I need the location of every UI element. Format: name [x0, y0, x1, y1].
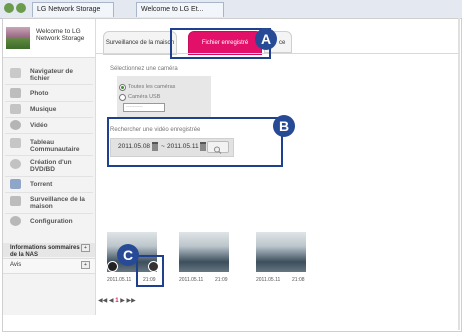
thumbnail-time: 21:09	[215, 277, 228, 283]
divider	[5, 192, 93, 193]
pagination: ◀◀ ◀ 1 ▶ ▶▶	[98, 297, 136, 304]
torrent-icon	[10, 179, 21, 189]
sidebar-item-label: Création d'un DVD/BD	[30, 159, 72, 173]
browser-tab-2[interactable]: Welcome to LG Et...	[136, 2, 224, 17]
tab-bar: Surveillance de la maison Fichier enregi…	[96, 25, 458, 55]
thumbnail-time: 21:08	[292, 277, 305, 283]
next-page-button[interactable]: ▶	[120, 298, 125, 304]
play-icon[interactable]	[107, 261, 118, 272]
video-icon	[10, 120, 21, 130]
annotation-marker-a: A	[255, 28, 277, 50]
radio-label: Caméra USB	[128, 94, 161, 100]
annotation-box-c	[136, 255, 164, 287]
annotation-marker-b: B	[273, 115, 295, 137]
nas-summary-title: Informations sommaires de la NAS	[10, 245, 80, 258]
music-icon	[10, 104, 21, 114]
divider	[5, 213, 93, 214]
expand-button[interactable]: +	[81, 244, 90, 252]
divider	[5, 133, 93, 134]
sidebar-item-label: Surveillance de la maison	[30, 196, 85, 210]
sidebar-item-label: Tableau Communautaire	[30, 139, 80, 153]
camera-section-label: Sélectionnez une caméra	[110, 66, 178, 72]
forward-icon[interactable]	[16, 3, 26, 13]
divider	[5, 155, 93, 156]
sidebar-item-board[interactable]: Tableau Communautaire	[3, 137, 95, 155]
thumbnail-image	[256, 232, 306, 272]
sidebar-item-configuration[interactable]: Configuration	[3, 216, 95, 228]
tab-home-surveillance[interactable]: Surveillance de la maison	[103, 31, 177, 55]
folder-icon	[10, 68, 21, 78]
thumbnail-date: 2011.05.11	[179, 277, 204, 283]
sidebar-item-home-surveillance[interactable]: Surveillance de la maison	[3, 195, 95, 213]
last-page-button[interactable]: ▶▶	[127, 298, 136, 304]
camera-select[interactable]: ----------	[123, 103, 165, 112]
sidebar-item-label: Torrent	[30, 181, 53, 188]
board-icon	[10, 138, 21, 148]
sidebar-item-label: Vidéo	[30, 122, 48, 129]
sidebar-item-label: Musique	[30, 106, 57, 113]
annotation-marker-c: C	[117, 244, 139, 266]
thumbnail-date: 2011.05.11	[107, 277, 132, 283]
prev-page-button[interactable]: ◀	[109, 298, 114, 304]
divider	[5, 84, 93, 85]
sidebar-item-video[interactable]: Vidéo	[3, 120, 95, 132]
sidebar-item-photo[interactable]: Photo	[3, 88, 95, 100]
sidebar-item-label: Configuration	[30, 218, 73, 225]
divider	[5, 117, 93, 118]
browser-tab-label: Welcome to LG Et...	[141, 6, 204, 13]
sidebar-item-dvd[interactable]: Création d'un DVD/BD	[3, 157, 95, 175]
sidebar-item-music[interactable]: Musique	[3, 104, 95, 116]
radio-label: Toutes les caméras	[128, 84, 176, 90]
thumbnail-image	[179, 232, 229, 272]
browser-tab-1[interactable]: LG Network Storage	[32, 2, 114, 17]
first-page-button[interactable]: ◀◀	[98, 298, 107, 304]
sidebar-item-torrent[interactable]: Torrent	[3, 179, 95, 191]
notice-label: Avis	[10, 262, 22, 268]
divider	[5, 101, 93, 102]
annotation-box-b	[107, 117, 283, 167]
gear-icon	[10, 216, 21, 226]
sidebar-item-label: Navigateur de fichier	[30, 68, 73, 82]
sidebar-item-file-browser[interactable]: Navigateur de fichier	[3, 66, 95, 84]
sidebar-item-label: Photo	[30, 90, 49, 97]
photo-icon	[10, 88, 21, 98]
brand-title: Welcome to LG Network Storage	[36, 28, 85, 42]
back-icon[interactable]	[4, 3, 14, 13]
radio-all-cameras[interactable]	[119, 84, 126, 91]
expand-button[interactable]: +	[81, 261, 90, 269]
brand-logo	[6, 27, 30, 49]
camera-icon	[10, 196, 21, 206]
browser-tab-label: LG Network Storage	[37, 6, 101, 13]
disc-icon	[10, 159, 21, 169]
video-thumbnail[interactable]: 2011.05.11 21:08	[256, 232, 306, 283]
scrollbar[interactable]	[458, 18, 460, 330]
browser-tab-bar: LG Network Storage Welcome to LG Et...	[0, 0, 462, 19]
divider	[5, 176, 93, 177]
video-thumbnail[interactable]: 2011.05.11 21:09	[179, 232, 229, 283]
current-page[interactable]: 1	[115, 298, 118, 304]
divider	[96, 53, 458, 54]
thumbnail-date: 2011.05.11	[256, 277, 281, 283]
radio-usb-camera[interactable]	[119, 94, 126, 101]
